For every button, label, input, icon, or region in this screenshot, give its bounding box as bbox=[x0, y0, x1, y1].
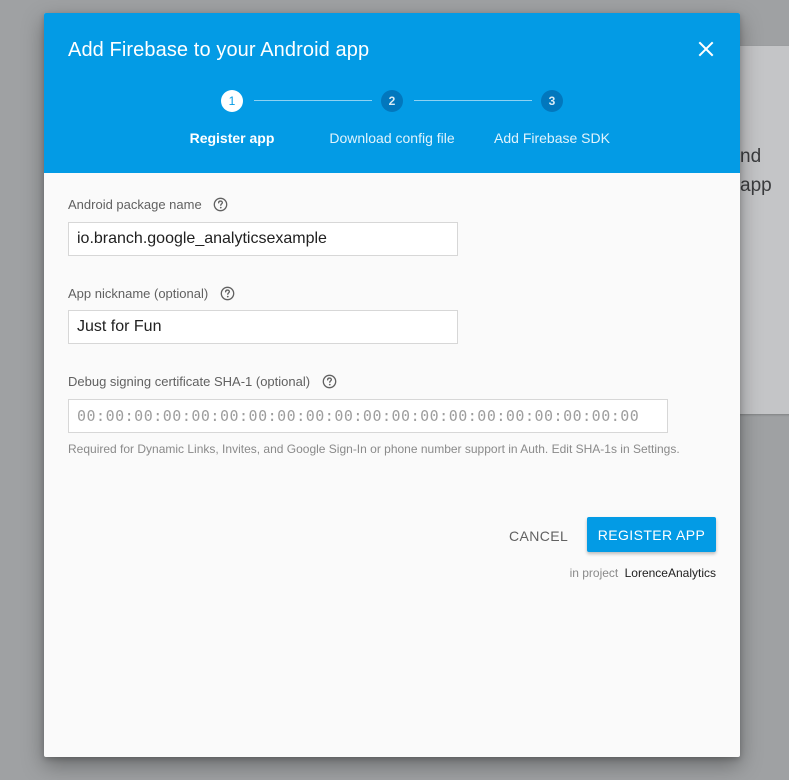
project-name: LorenceAnalytics bbox=[624, 566, 716, 580]
project-prefix: in project bbox=[569, 566, 619, 580]
register-app-button[interactable]: REGISTER APP bbox=[587, 517, 716, 552]
project-info: in project LorenceAnalytics bbox=[570, 566, 716, 580]
dialog-header: Add Firebase to your Android app 1 2 3 R… bbox=[44, 13, 740, 173]
step-connector bbox=[254, 100, 372, 101]
sha1-input[interactable] bbox=[68, 399, 668, 433]
package-name-input[interactable] bbox=[68, 222, 458, 256]
step-2-indicator: 2 bbox=[381, 90, 403, 112]
background-text: app bbox=[740, 175, 772, 196]
package-name-label-text: Android package name bbox=[68, 197, 202, 212]
help-icon[interactable] bbox=[322, 374, 337, 389]
sha1-label: Debug signing certificate SHA-1 (optiona… bbox=[68, 374, 337, 389]
app-nickname-input[interactable] bbox=[68, 310, 458, 344]
app-nickname-label: App nickname (optional) bbox=[68, 286, 235, 301]
cancel-button[interactable]: CANCEL bbox=[493, 518, 584, 553]
sha1-label-text: Debug signing certificate SHA-1 (optiona… bbox=[68, 374, 311, 389]
app-nickname-label-text: App nickname (optional) bbox=[68, 286, 209, 301]
stepper: 1 2 3 Register app Download config file … bbox=[44, 13, 740, 173]
background-text: nd bbox=[740, 146, 762, 167]
package-name-label: Android package name bbox=[68, 197, 228, 212]
help-icon[interactable] bbox=[220, 286, 235, 301]
step-2-label: Download config file bbox=[329, 130, 455, 146]
step-1-label: Register app bbox=[189, 130, 275, 146]
step-connector bbox=[414, 100, 532, 101]
step-3-indicator: 3 bbox=[541, 90, 563, 112]
step-1-indicator: 1 bbox=[221, 90, 243, 112]
step-3-label: Add Firebase SDK bbox=[494, 130, 610, 146]
add-firebase-dialog: Add Firebase to your Android app 1 2 3 R… bbox=[44, 13, 740, 757]
sha1-hint: Required for Dynamic Links, Invites, and… bbox=[68, 442, 680, 456]
help-icon[interactable] bbox=[213, 197, 228, 212]
